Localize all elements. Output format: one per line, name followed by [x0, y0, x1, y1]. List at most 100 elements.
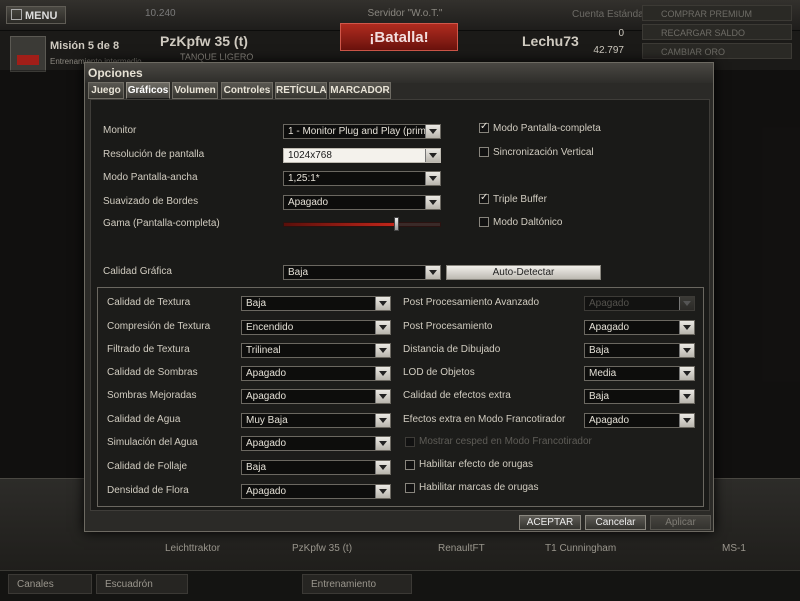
- antialiasing-label: Suavizado de Bordes: [103, 196, 199, 207]
- channels-button[interactable]: Canales: [8, 574, 92, 594]
- texture-filtering-value: Trilineal: [246, 345, 281, 356]
- carousel-tank[interactable]: MS-1: [722, 543, 746, 554]
- exchange-gold-button[interactable]: CAMBIAR ORO: [642, 43, 792, 59]
- chevron-down-icon: [425, 196, 440, 209]
- track-marks-checkbox[interactable]: [405, 483, 415, 493]
- sniper-grass-label: Mostrar cesped en Modo Francotirador: [419, 436, 592, 447]
- dialog-header[interactable]: [85, 63, 713, 83]
- chevron-down-icon: [375, 461, 390, 474]
- tab-sound[interactable]: Volumen: [172, 82, 218, 99]
- chevron-down-icon: [375, 414, 390, 427]
- apply-button[interactable]: Aplicar: [650, 515, 711, 530]
- object-lod-value: Media: [589, 368, 617, 379]
- improved-shadows-value: Apagado: [246, 391, 287, 402]
- gold-counter: 10.240: [145, 8, 176, 19]
- foliage-quality-select[interactable]: Baja: [241, 460, 391, 475]
- tab-controls[interactable]: Controles: [221, 82, 273, 99]
- chevron-down-icon: [679, 367, 694, 380]
- monitor-label: Monitor: [103, 125, 137, 136]
- extra-effects-select[interactable]: Baja: [584, 389, 695, 404]
- carousel-tank[interactable]: T1 Cunningham: [545, 543, 616, 554]
- vsync-label: Sincronización Vertical: [493, 147, 594, 158]
- postprocessing-select[interactable]: Apagado: [584, 320, 695, 335]
- tab-graphics[interactable]: Gráficos: [126, 82, 170, 99]
- texture-filtering-select[interactable]: Trilineal: [241, 343, 391, 358]
- water-quality-select[interactable]: Muy Baja: [241, 413, 391, 428]
- flora-density-value: Apagado: [246, 486, 287, 497]
- extra-effects-label: Calidad de efectos extra: [403, 390, 511, 401]
- tab-game[interactable]: Juego: [88, 82, 124, 99]
- carousel-tank[interactable]: RenaultFT: [438, 543, 485, 554]
- battle-button[interactable]: ¡Batalla!: [340, 23, 458, 51]
- shadow-quality-label: Calidad de Sombras: [107, 367, 198, 378]
- mission-icon[interactable]: [10, 36, 46, 72]
- menu-button[interactable]: MENU: [6, 6, 66, 24]
- track-marks-label: Habilitar marcas de orugas: [419, 482, 539, 493]
- chevron-down-icon: [679, 344, 694, 357]
- training-button[interactable]: Entrenamiento: [302, 574, 412, 594]
- colorblind-label: Modo Daltónico: [493, 217, 563, 228]
- postprocessing-value: Apagado: [589, 322, 630, 333]
- advanced-postprocessing-label: Post Procesamiento Avanzado: [403, 297, 540, 308]
- autodetect-button[interactable]: Auto-Detectar: [446, 265, 601, 280]
- shadow-quality-value: Apagado: [246, 368, 287, 379]
- extra-effects-value: Baja: [589, 391, 610, 402]
- object-lod-select[interactable]: Media: [584, 366, 695, 381]
- track-effect-checkbox[interactable]: [405, 460, 415, 470]
- carousel-tank[interactable]: Leichttraktor: [165, 543, 220, 554]
- graphics-quality-value: Baja: [288, 267, 309, 278]
- widescreen-value: 1,25:1*: [288, 173, 320, 184]
- texture-quality-select[interactable]: Baja: [241, 296, 391, 311]
- draw-distance-value: Baja: [589, 345, 610, 356]
- squad-button[interactable]: Escuadrón: [96, 574, 188, 594]
- buy-premium-button[interactable]: COMPRAR PREMIUM: [642, 5, 792, 21]
- chevron-down-icon: [375, 297, 390, 310]
- tab-marker[interactable]: MARCADOR: [329, 82, 391, 99]
- draw-distance-label: Distancia de Dibujado: [403, 344, 501, 355]
- texture-compression-label: Compresión de Textura: [107, 321, 211, 332]
- chevron-down-icon: [375, 321, 390, 334]
- flora-density-select[interactable]: Apagado: [241, 484, 391, 499]
- recharge-button[interactable]: RECARGAR SALDO: [642, 24, 792, 40]
- vsync-checkbox[interactable]: [479, 147, 489, 157]
- flora-density-label: Densidad de Flora: [107, 485, 189, 496]
- tank-name: PzKpfw 35 (t): [160, 33, 248, 49]
- tab-reticle[interactable]: RETÍCULA: [275, 82, 327, 99]
- graphics-quality-select[interactable]: Baja: [283, 265, 441, 280]
- dialog-title: Opciones: [88, 66, 143, 80]
- water-quality-value: Muy Baja: [246, 415, 288, 426]
- colorblind-checkbox[interactable]: [479, 217, 489, 227]
- object-lod-label: LOD de Objetos: [403, 367, 475, 378]
- widescreen-select[interactable]: 1,25:1*: [283, 171, 441, 186]
- chevron-down-icon: [375, 390, 390, 403]
- texture-compression-select[interactable]: Encendido: [241, 320, 391, 335]
- chevron-down-icon: [425, 172, 440, 185]
- resolution-select[interactable]: 1024x768: [283, 148, 441, 163]
- gamma-slider[interactable]: [283, 222, 441, 227]
- triple-buffer-label: Triple Buffer: [493, 194, 547, 205]
- mission-title: Misión 5 de 8: [50, 40, 120, 52]
- antialiasing-select[interactable]: Apagado: [283, 195, 441, 210]
- draw-distance-select[interactable]: Baja: [584, 343, 695, 358]
- water-simulation-label: Simulación del Agua: [107, 437, 198, 448]
- gamma-slider-handle[interactable]: [394, 217, 400, 231]
- advanced-postprocessing-select: Apagado: [584, 296, 695, 311]
- triple-buffer-checkbox[interactable]: [479, 192, 489, 204]
- water-simulation-select[interactable]: Apagado: [241, 436, 391, 451]
- sniper-effects-value: Apagado: [589, 415, 630, 426]
- water-simulation-value: Apagado: [246, 438, 287, 449]
- fullscreen-checkbox[interactable]: [479, 121, 489, 133]
- accept-button[interactable]: ACEPTAR: [519, 515, 581, 530]
- shadow-quality-select[interactable]: Apagado: [241, 366, 391, 381]
- improved-shadows-select[interactable]: Apagado: [241, 389, 391, 404]
- fullscreen-label: Modo Pantalla-completa: [493, 123, 601, 134]
- cancel-button[interactable]: Cancelar: [585, 515, 646, 530]
- carousel-tank[interactable]: PzKpfw 35 (t): [292, 543, 352, 554]
- monitor-select[interactable]: 1 - Monitor Plug and Play (primario): [283, 124, 441, 139]
- monitor-value: 1 - Monitor Plug and Play (primario): [288, 126, 441, 137]
- chevron-down-icon: [425, 149, 440, 162]
- track-effect-label: Habilitar efecto de orugas: [419, 459, 533, 470]
- sniper-effects-select[interactable]: Apagado: [584, 413, 695, 428]
- menu-icon: [11, 9, 22, 20]
- widescreen-label: Modo Pantalla-ancha: [103, 172, 198, 183]
